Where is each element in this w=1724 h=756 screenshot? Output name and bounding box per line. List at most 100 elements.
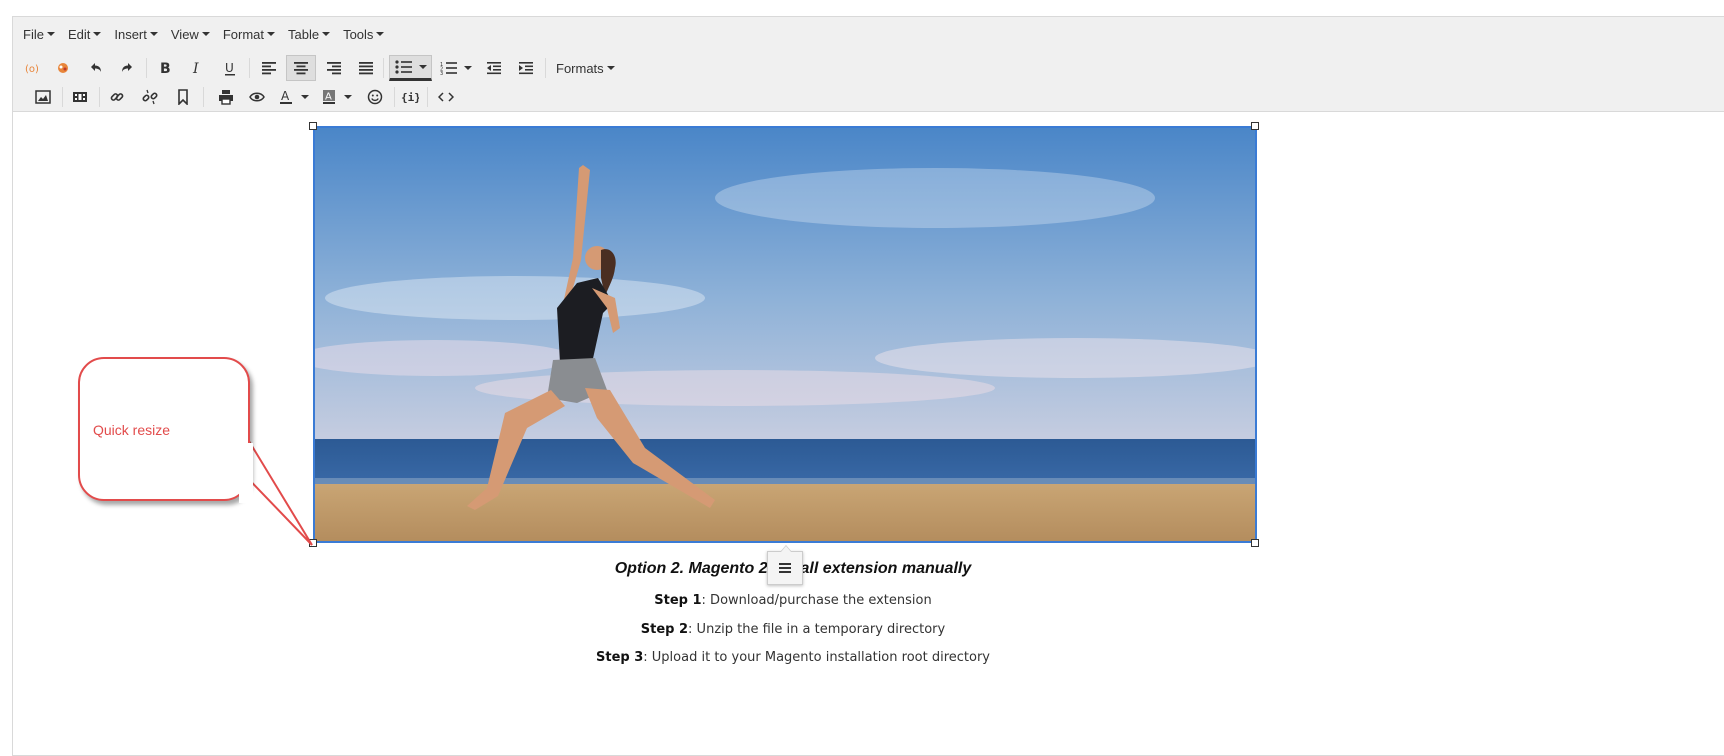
anchor-icon <box>178 89 188 105</box>
toolbar-separator <box>203 87 204 107</box>
caret-down-icon <box>201 32 210 36</box>
toolbar-separator <box>383 58 384 78</box>
align-left-button[interactable] <box>256 55 282 81</box>
menu-label: File <box>23 26 44 42</box>
formats-dropdown[interactable]: Formats <box>556 55 615 81</box>
print-icon <box>219 90 233 105</box>
preview-button[interactable] <box>245 84 269 110</box>
toolbar-separator <box>146 58 147 78</box>
align-center-icon <box>294 62 308 75</box>
emoticons-icon <box>367 89 383 105</box>
indent-button[interactable] <box>513 55 539 81</box>
menu-format[interactable]: Format <box>217 22 281 46</box>
image-manager-button[interactable] <box>51 55 75 81</box>
selected-image[interactable] <box>313 126 1257 543</box>
menu-view[interactable]: View <box>165 22 216 46</box>
caret-down-icon <box>301 95 309 99</box>
numbered-list-button[interactable]: 123 <box>439 55 473 81</box>
insert-media-icon <box>73 92 87 102</box>
menu-tools[interactable]: Tools <box>337 22 390 46</box>
resize-handle-top-left[interactable] <box>309 122 317 130</box>
text-color-icon: A <box>280 89 292 104</box>
menu-label: Tools <box>343 26 374 42</box>
redo-button[interactable] <box>115 55 139 81</box>
insert-media-button[interactable] <box>68 84 92 110</box>
bullet-list-icon <box>394 60 412 74</box>
resize-handle-bottom-right[interactable] <box>1251 539 1259 547</box>
underline-button[interactable]: U <box>218 55 242 81</box>
menu-label: View <box>170 26 199 42</box>
align-menu-icon <box>779 563 791 573</box>
background-color-icon: A <box>323 90 335 104</box>
align-right-button[interactable] <box>321 55 347 81</box>
bold-button[interactable]: B <box>153 55 177 81</box>
print-button[interactable] <box>214 84 238 110</box>
insert-image-button[interactable] <box>31 84 55 110</box>
svg-text:I: I <box>192 61 199 76</box>
link-icon <box>110 93 124 101</box>
caret-down-icon <box>464 66 472 70</box>
code-icon <box>438 92 454 102</box>
emoticons-button[interactable] <box>363 84 387 110</box>
toolbar-separator <box>99 87 100 107</box>
menu-file[interactable]: File <box>17 22 61 46</box>
indent-icon <box>519 62 533 75</box>
unlink-icon <box>142 89 158 105</box>
toolbar-row-2: A A {i} <box>13 83 1724 111</box>
source-code-icon: (o) <box>25 64 38 75</box>
caret-down-icon <box>322 32 331 36</box>
step-label: Step 2 <box>640 622 689 637</box>
beach-yoga-photo <box>315 128 1255 541</box>
background-color-button[interactable]: A <box>318 84 356 110</box>
callout-pointer-mask <box>239 443 253 503</box>
align-right-icon <box>327 62 341 75</box>
undo-button[interactable] <box>84 55 108 81</box>
image-manager-icon <box>58 63 68 73</box>
bullet-list-button[interactable] <box>389 55 432 81</box>
align-center-button[interactable] <box>286 55 316 81</box>
step-2-paragraph: Step 2: Unzip the file in a temporary di… <box>13 622 1573 637</box>
svg-text:{i}: {i} <box>401 91 419 104</box>
caret-down-icon <box>46 32 55 36</box>
code-button[interactable] <box>434 84 458 110</box>
caret-down-icon <box>606 66 615 70</box>
image-align-popup[interactable] <box>767 545 803 585</box>
link-button[interactable] <box>105 84 129 110</box>
unlink-button[interactable] <box>138 84 162 110</box>
editor-content[interactable]: Quick resize Option 2. Magento 2 install… <box>13 113 1724 753</box>
resize-handle-top-right[interactable] <box>1251 122 1259 130</box>
underline-icon: U <box>225 61 235 76</box>
toolbar-separator <box>249 58 250 78</box>
svg-text:A: A <box>325 92 332 103</box>
undo-icon <box>91 63 101 72</box>
caret-down-icon <box>418 65 427 69</box>
template-variable-button[interactable]: {i} <box>398 84 422 110</box>
insert-image-icon <box>35 90 51 104</box>
menu-insert[interactable]: Insert <box>108 22 164 46</box>
anchor-button[interactable] <box>171 84 195 110</box>
svg-text:B: B <box>160 61 171 76</box>
align-justify-button[interactable] <box>353 55 379 81</box>
outdent-button[interactable] <box>481 55 507 81</box>
italic-icon: I <box>192 61 199 76</box>
svg-text:3: 3 <box>440 71 443 75</box>
step-label: Step 3 <box>596 650 644 665</box>
italic-button[interactable]: I <box>185 55 209 81</box>
toolbar-separator <box>394 87 395 107</box>
text-color-button[interactable]: A <box>276 84 312 110</box>
toolbar-separator <box>545 58 546 78</box>
menu-table[interactable]: Table <box>282 22 336 46</box>
svg-text:(o): (o) <box>25 64 38 75</box>
source-code-button[interactable]: (o) <box>19 55 43 81</box>
toolbar-separator <box>62 87 63 107</box>
caret-down-icon <box>149 32 158 36</box>
menu-label: Edit <box>67 26 91 42</box>
preview-icon <box>249 92 265 102</box>
menu-edit[interactable]: Edit <box>62 22 107 46</box>
numbered-list-icon: 123 <box>440 62 457 75</box>
template-variable-icon: {i} <box>401 91 419 104</box>
menu-label: Table <box>288 26 320 42</box>
align-left-icon <box>262 62 276 75</box>
redo-icon <box>122 63 132 72</box>
annotation-callout: Quick resize <box>78 357 250 501</box>
